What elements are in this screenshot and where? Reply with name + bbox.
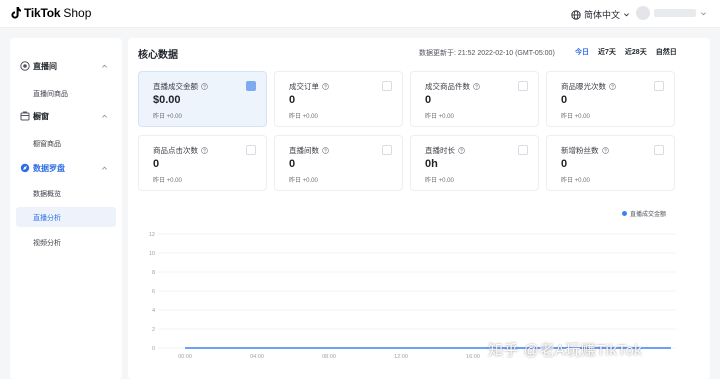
sidebar-item-label: 橱窗商品	[33, 141, 61, 148]
tiktok-note-icon	[10, 6, 21, 20]
sidebar-item-live-analysis[interactable]: 直播分析	[16, 207, 116, 227]
brand-name: TikTok	[24, 6, 61, 20]
avatar[interactable]	[636, 6, 650, 20]
x-tick-label: 04:00	[250, 354, 264, 360]
sidebar-item-label: 数据概览	[33, 191, 61, 198]
user-name-blurred[interactable]	[654, 9, 696, 17]
top-header: TikTok Shop 简体中文	[0, 0, 720, 28]
y-tick-label: 0	[152, 346, 155, 352]
chevron-up-icon	[102, 64, 107, 68]
showcase-icon	[20, 111, 30, 121]
legend-label: 直播成交金额	[630, 212, 667, 218]
x-tick-label: 16:00	[466, 354, 480, 360]
sidebar-item-showcase-products[interactable]: 橱窗商品	[16, 133, 116, 153]
compass-icon	[20, 163, 30, 173]
sidebar-item-data-overview[interactable]: 数据概览	[16, 183, 116, 203]
y-tick-label: 2	[152, 327, 155, 333]
sidebar-item-label: 直播间商品	[33, 91, 68, 98]
x-tick-label: 00:00	[178, 354, 192, 360]
chevron-up-icon	[102, 166, 107, 170]
brand-shop-label: Shop	[63, 6, 92, 20]
chevron-down-icon[interactable]	[700, 10, 707, 17]
sidebar-item-live-products[interactable]: 直播间商品	[16, 83, 116, 103]
x-tick-label: 08:00	[322, 354, 336, 360]
sidebar-group-label: 数据罗盘	[33, 164, 65, 173]
language-selector[interactable]: 简体中文	[571, 8, 630, 21]
main-panel: 核心数据 数据更新于: 21:52 2022-02-10 (GMT-05:00)…	[128, 38, 710, 379]
sidebar-item-label: 视频分析	[33, 240, 61, 247]
sidebar-group-label: 橱窗	[33, 112, 49, 121]
sidebar-group-label: 直播间	[33, 62, 57, 71]
tiktok-shop-logo[interactable]: TikTok Shop	[10, 6, 91, 20]
x-tick-label: 12:00	[394, 354, 408, 360]
live-icon	[20, 61, 30, 71]
sidebar-item-label: 直播分析	[33, 215, 61, 222]
sidebar-group-live[interactable]: 直播间	[10, 56, 122, 76]
chart-legend[interactable]: 直播成交金额	[622, 209, 666, 218]
y-tick-label: 10	[149, 251, 155, 257]
y-tick-label: 6	[152, 289, 155, 295]
sidebar-group-showcase[interactable]: 橱窗	[10, 106, 122, 126]
sidebar: 直播间 直播间商品 橱窗 橱窗商品 数据罗盘 数据概览 直播分析 视频分析	[10, 38, 122, 379]
y-tick-label: 12	[149, 232, 155, 238]
y-tick-label: 8	[152, 270, 155, 276]
globe-icon	[571, 9, 581, 20]
language-label: 简体中文	[584, 10, 621, 20]
sidebar-group-data-compass[interactable]: 数据罗盘	[10, 158, 122, 178]
watermark: 知乎 @老A玩赚TikTok	[488, 342, 643, 359]
legend-dot	[622, 211, 627, 216]
chevron-down-icon	[624, 13, 630, 17]
y-tick-label: 4	[152, 308, 155, 314]
chevron-up-icon	[102, 114, 107, 118]
sidebar-item-video-analysis[interactable]: 视频分析	[16, 232, 116, 252]
